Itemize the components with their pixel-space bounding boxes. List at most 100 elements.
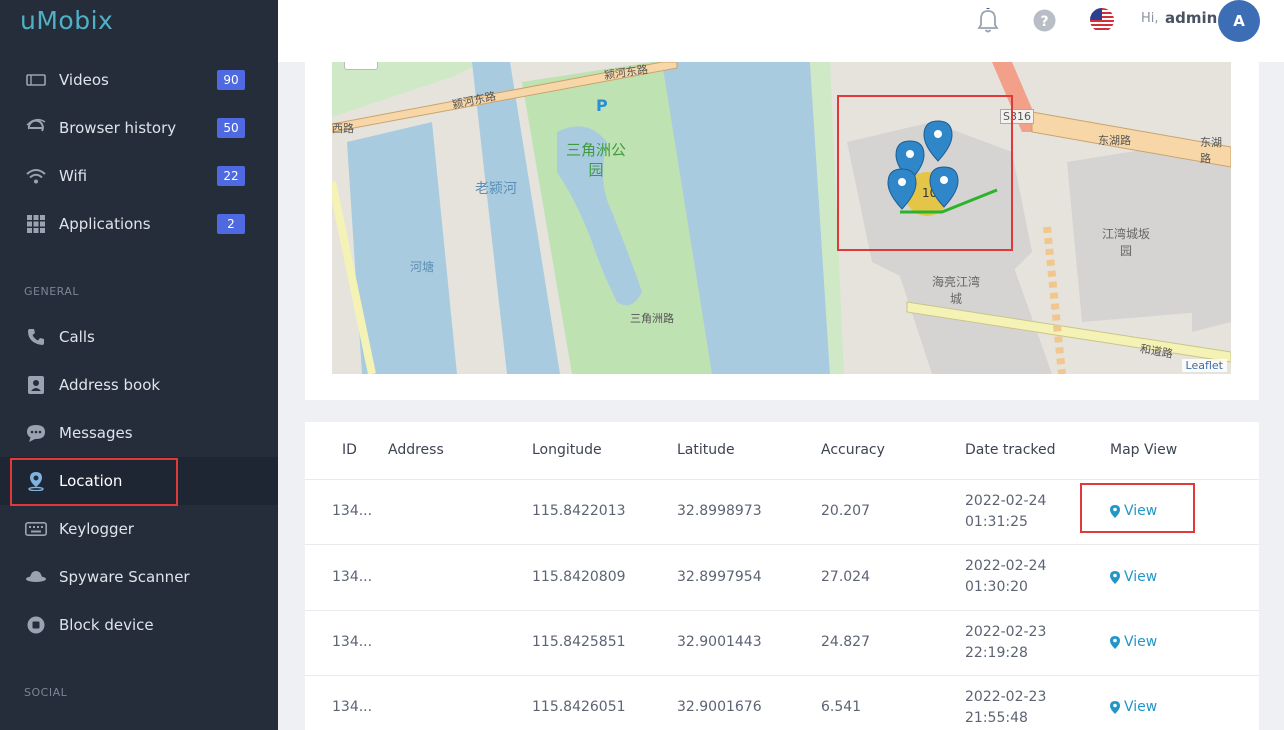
cell-accuracy: 20.207 xyxy=(821,503,870,519)
map-label-road-sjz: 三角洲路 xyxy=(630,312,674,325)
map-label-road-east: 东湖路 xyxy=(1098,134,1131,147)
column-header-map-view: Map View xyxy=(1110,442,1178,458)
section-label-social: SOCIAL xyxy=(24,686,68,699)
video-icon xyxy=(25,69,47,91)
block-icon xyxy=(25,614,47,636)
count-badge: 90 xyxy=(217,70,245,90)
count-badge: 22 xyxy=(217,166,245,186)
sidebar-item-videos[interactable]: Videos 90 xyxy=(0,56,278,104)
sidebar-item-label: Wifi xyxy=(59,167,88,185)
time-text: 01:31:25 xyxy=(965,514,1028,530)
cell-id: 134... xyxy=(332,634,373,650)
map-label-road-w: 西路 xyxy=(332,122,354,135)
column-header-accuracy[interactable]: Accuracy xyxy=(821,442,885,458)
markers-highlight-box xyxy=(837,95,1013,251)
sidebar-item-label: Address book xyxy=(59,376,161,394)
sidebar-item-label: Calls xyxy=(59,328,95,346)
time-text: 01:30:20 xyxy=(965,579,1028,595)
greeting-text: Hi, xyxy=(1141,11,1159,26)
column-header-address[interactable]: Address xyxy=(388,442,444,458)
cell-latitude: 32.9001676 xyxy=(677,699,762,715)
location-map[interactable]: 三角洲公 园 老颍河 河塘 海亮江湾 城 江湾城坂 园 S316 东湖路 东湖路… xyxy=(332,62,1231,374)
map-label-road-east2: 东湖路 xyxy=(1200,136,1222,165)
view-highlight-box xyxy=(1080,483,1195,533)
sidebar-item-messages[interactable]: Messages xyxy=(0,409,278,457)
time-text: 22:19:28 xyxy=(965,645,1028,661)
leaflet-attribution[interactable]: Leaflet xyxy=(1181,359,1227,372)
cell-date: 2022-02-24 01:31:25 xyxy=(965,491,1046,533)
svg-text:?: ? xyxy=(1040,14,1048,30)
sidebar-item-wifi[interactable]: Wifi 22 xyxy=(0,152,278,200)
row-divider xyxy=(305,675,1259,676)
time-text: 21:55:48 xyxy=(965,710,1028,726)
phone-icon xyxy=(25,326,47,348)
view-link[interactable]: View xyxy=(1110,699,1157,715)
app-logo: uMobix xyxy=(20,6,114,35)
sidebar-item-label: Videos xyxy=(59,71,109,89)
spy-hat-icon xyxy=(25,566,47,588)
sidebar-item-spyware-scanner[interactable]: Spyware Scanner xyxy=(0,553,278,601)
username[interactable]: admin xyxy=(1165,9,1217,27)
map-label-park: 三角洲公 园 xyxy=(566,141,627,179)
top-header xyxy=(278,0,1284,62)
date-text: 2022-02-23 xyxy=(965,624,1047,640)
cell-id: 134... xyxy=(332,569,373,585)
cell-longitude: 115.8426051 xyxy=(532,699,626,715)
map-label-river: 老颍河 xyxy=(475,181,517,197)
cell-id: 134... xyxy=(332,503,373,519)
grid-icon xyxy=(25,213,47,235)
cell-latitude: 32.8997954 xyxy=(677,569,762,585)
sidebar-item-label: Keylogger xyxy=(59,520,134,538)
cell-longitude: 115.8420809 xyxy=(532,569,626,585)
map-pin-icon xyxy=(1110,635,1120,649)
keyboard-icon xyxy=(25,518,47,540)
cell-date: 2022-02-23 22:19:28 xyxy=(965,622,1046,664)
location-highlight-box xyxy=(10,458,178,506)
column-header-date-tracked[interactable]: Date tracked xyxy=(965,442,1056,458)
date-text: 2022-02-24 xyxy=(965,558,1047,574)
wifi-icon xyxy=(25,165,47,187)
cell-accuracy: 24.827 xyxy=(821,634,870,650)
sidebar-item-label: Spyware Scanner xyxy=(59,568,190,586)
bell-icon[interactable] xyxy=(976,5,1000,33)
cell-id: 134... xyxy=(332,699,373,715)
row-divider xyxy=(305,610,1259,611)
count-badge: 50 xyxy=(217,118,245,138)
sidebar-item-calls[interactable]: Calls xyxy=(0,313,278,361)
avatar[interactable]: A xyxy=(1218,0,1260,42)
map-label-district: 海亮江湾 城 xyxy=(932,275,981,306)
us-flag-icon[interactable] xyxy=(1090,8,1114,32)
view-link[interactable]: View xyxy=(1110,634,1157,650)
cell-latitude: 32.8998973 xyxy=(677,503,762,519)
view-label[interactable]: View xyxy=(1124,569,1157,585)
browser-icon xyxy=(25,117,47,139)
view-link[interactable]: View xyxy=(1110,569,1157,585)
sidebar-item-keylogger[interactable]: Keylogger xyxy=(0,505,278,553)
date-text: 2022-02-24 xyxy=(965,493,1047,509)
map-label-pond: 河塘 xyxy=(410,260,435,274)
view-label[interactable]: View xyxy=(1124,634,1157,650)
row-divider xyxy=(305,479,1259,480)
sidebar-item-applications[interactable]: Applications 2 xyxy=(0,200,278,248)
cell-longitude: 115.8422013 xyxy=(532,503,626,519)
sidebar-item-block-device[interactable]: Block device xyxy=(0,601,278,649)
column-header-latitude[interactable]: Latitude xyxy=(677,442,735,458)
map-label-park2: 江湾城坂 园 xyxy=(1102,227,1151,258)
sidebar-item-label: Applications xyxy=(59,215,151,233)
sidebar-item-address-book[interactable]: Address book xyxy=(0,361,278,409)
column-header-longitude[interactable]: Longitude xyxy=(532,442,602,458)
chat-icon xyxy=(25,422,47,444)
sidebar-item-browser-history[interactable]: Browser history 50 xyxy=(0,104,278,152)
cell-latitude: 32.9001443 xyxy=(677,634,762,650)
map-pin-icon xyxy=(1110,700,1120,714)
count-badge: 2 xyxy=(217,214,245,234)
column-header-id[interactable]: ID xyxy=(342,442,357,458)
zoom-control[interactable] xyxy=(344,62,378,70)
view-label[interactable]: View xyxy=(1124,699,1157,715)
cell-longitude: 115.8425851 xyxy=(532,634,626,650)
cell-accuracy: 6.541 xyxy=(821,699,862,715)
date-text: 2022-02-23 xyxy=(965,689,1047,705)
sidebar-item-label: Block device xyxy=(59,616,154,634)
help-icon[interactable]: ? xyxy=(1033,9,1057,33)
cell-date: 2022-02-23 21:55:48 xyxy=(965,687,1046,729)
